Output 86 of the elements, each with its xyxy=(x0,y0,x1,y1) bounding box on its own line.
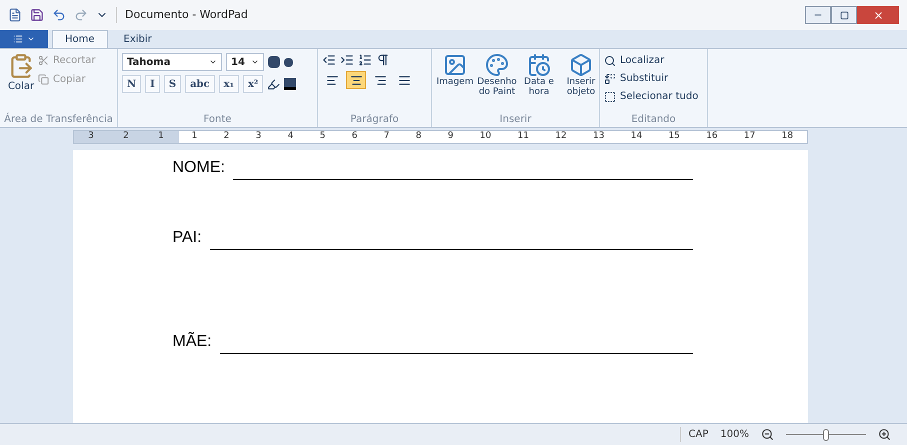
replace-icon xyxy=(604,72,616,84)
field-label: NOME: xyxy=(172,158,225,178)
group-label: Editando xyxy=(630,113,677,127)
format-button[interactable]: abc xyxy=(185,75,215,93)
ruler-number: 11 xyxy=(518,130,529,144)
caps-indicator: CAP xyxy=(680,427,708,442)
caret-icon xyxy=(209,58,217,66)
menu-icon xyxy=(13,34,23,44)
ruler-number: 1 xyxy=(158,130,164,144)
group-label: Inserir xyxy=(498,113,532,127)
ruler-number: 5 xyxy=(320,130,326,144)
zoom-slider[interactable] xyxy=(786,428,866,440)
insert-button[interactable]: Imagem xyxy=(436,53,474,97)
selection-icon xyxy=(604,90,616,102)
calendar-icon xyxy=(527,53,551,77)
ruler-number: 13 xyxy=(592,130,604,144)
align-icon xyxy=(374,74,386,86)
insert-button[interactable]: Inserir objeto xyxy=(562,53,600,97)
list-icon[interactable] xyxy=(358,53,372,67)
ruler-number: 8 xyxy=(416,130,422,144)
zoom-level: 100% xyxy=(720,428,749,442)
slider-thumb[interactable] xyxy=(823,428,829,440)
insert-button[interactable]: Data e hora xyxy=(520,53,558,97)
ruler-number: 4 xyxy=(288,130,294,144)
field-label: PAI: xyxy=(172,228,202,248)
close-icon xyxy=(872,10,884,20)
format-button[interactable]: S xyxy=(164,75,182,93)
group-label: Área de Transferência xyxy=(4,113,113,127)
ruler-number: 6 xyxy=(352,130,358,144)
align-button[interactable] xyxy=(346,71,366,89)
window-title: Documento - WordPad xyxy=(116,6,248,24)
font-size-field[interactable]: 14 xyxy=(226,53,264,71)
ruler-number: 17 xyxy=(744,130,756,144)
format-button[interactable]: x₁ xyxy=(218,75,239,93)
format-button[interactable]: x² xyxy=(242,75,264,93)
ruler-number: 10 xyxy=(480,130,492,144)
highlighter-icon[interactable] xyxy=(267,78,280,90)
ruler-number: 7 xyxy=(384,130,390,144)
indent-icon[interactable] xyxy=(340,53,354,67)
ribbon-tab[interactable]: Home xyxy=(52,30,108,48)
app-icon xyxy=(8,8,22,22)
zoom-out-icon[interactable] xyxy=(761,428,774,441)
line-spacing-icon[interactable] xyxy=(376,53,390,67)
field-label: MÃE: xyxy=(172,331,212,352)
ruler-number: 1 xyxy=(192,130,198,144)
font-color-icon[interactable] xyxy=(284,78,296,90)
outdent-icon[interactable] xyxy=(322,53,336,67)
paste-button[interactable]: Colar xyxy=(4,53,38,94)
cube-icon xyxy=(569,53,593,77)
insert-button[interactable]: Desenho do Paint xyxy=(478,53,516,97)
format-button[interactable]: N xyxy=(122,75,142,93)
ruler-number: 16 xyxy=(706,130,718,144)
ruler-number: 12 xyxy=(555,130,567,144)
editing-button[interactable]: Substituir xyxy=(604,71,698,86)
maximize-button[interactable] xyxy=(831,6,857,24)
maximize-icon xyxy=(840,10,848,20)
group-label: Fonte xyxy=(202,113,232,127)
editing-button[interactable]: Localizar xyxy=(604,53,698,68)
save-icon[interactable] xyxy=(30,8,44,22)
editing-button[interactable]: Selecionar tudo xyxy=(604,89,698,104)
caret-icon xyxy=(251,58,259,66)
undo-icon[interactable] xyxy=(52,8,66,22)
align-icon xyxy=(350,74,362,86)
ruler-number: 2 xyxy=(123,130,129,144)
ruler-number: 9 xyxy=(448,130,454,144)
scissors-icon xyxy=(38,55,49,66)
font-family-field[interactable]: Tahoma xyxy=(122,53,222,71)
landscape-icon xyxy=(443,53,467,77)
ribbon-tab[interactable]: Exibir xyxy=(112,30,164,48)
caret-icon xyxy=(27,35,35,43)
ruler-number: 15 xyxy=(668,130,680,144)
ruler-number: 3 xyxy=(256,130,262,144)
ruler-number: 2 xyxy=(224,130,230,144)
palette-icon xyxy=(485,53,509,77)
ruler-number: 3 xyxy=(88,130,94,144)
app-menu-button[interactable] xyxy=(0,30,48,48)
group-label: Parágrafo xyxy=(349,113,400,127)
copy-icon xyxy=(38,74,49,85)
search-icon xyxy=(604,54,616,66)
format-button[interactable]: I xyxy=(145,75,160,93)
ruler-number: 18 xyxy=(782,130,794,144)
close-button[interactable] xyxy=(857,6,899,24)
zoom-in-icon[interactable] xyxy=(878,428,891,441)
align-icon xyxy=(398,74,410,86)
ruler-number: 14 xyxy=(630,130,642,144)
align-icon xyxy=(326,74,338,86)
